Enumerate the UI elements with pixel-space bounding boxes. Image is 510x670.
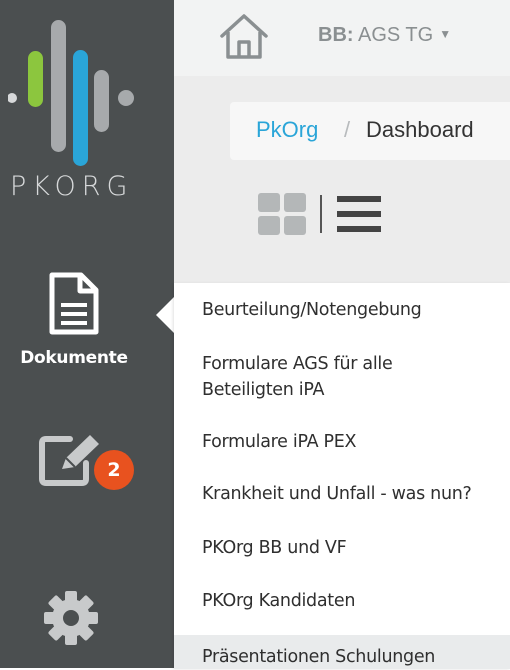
sidebar-item-documents[interactable]: Dokumente xyxy=(8,272,140,382)
top-header: BB: AGS TG ▼ xyxy=(174,0,510,76)
sidebar: PKORG Dokumente 2 xyxy=(0,0,174,668)
menu-item-label: Präsentationen Schulungen xyxy=(202,647,436,667)
logo-text: PKORG xyxy=(10,171,134,202)
grid-view-icon[interactable] xyxy=(258,193,306,235)
menu-item-label-line-1: Formulare AGS für alle xyxy=(202,354,393,374)
breadcrumb-separator: / xyxy=(344,117,351,142)
menu-item-label: PKOrg BB und VF xyxy=(202,538,347,558)
menu-item[interactable]: Krankheit und Unfall - was nun? xyxy=(174,481,510,515)
sidebar-item-settings[interactable] xyxy=(8,588,140,648)
menu-item-label: Formulare iPA PEX xyxy=(202,432,357,452)
sidebar-item-label: Dokumente xyxy=(20,348,128,368)
menu-item-label: Beurteilung/Notengebung xyxy=(202,300,422,320)
documents-dropdown-menu: Beurteilung/Notengebung Formulare AGS fü… xyxy=(174,283,510,669)
gear-icon xyxy=(44,591,98,645)
list-view-icon[interactable] xyxy=(337,196,381,232)
menu-item[interactable]: PKOrg BB und VF xyxy=(174,535,510,569)
menu-item[interactable]: Formulare iPA PEX xyxy=(174,429,510,463)
home-icon[interactable] xyxy=(218,12,270,60)
dropdown-arrow xyxy=(156,297,174,333)
breadcrumb-root-link[interactable]: PkOrg xyxy=(256,117,318,143)
document-icon xyxy=(49,272,99,335)
org-prefix: BB: xyxy=(318,24,354,46)
pkorg-logo-mark xyxy=(8,20,134,166)
menu-item-label: Krankheit und Unfall - was nun? xyxy=(202,484,472,504)
menu-item-label-line-2: Beteiligten iPA xyxy=(202,380,325,400)
breadcrumb: PkOrg / Dashboard xyxy=(230,102,510,160)
notification-badge: 2 xyxy=(94,450,134,490)
toggle-divider xyxy=(320,195,322,233)
org-name: AGS TG xyxy=(358,24,434,46)
org-selector[interactable]: BB: AGS TG ▼ xyxy=(318,24,451,47)
menu-item[interactable]: PKOrg Kandidaten xyxy=(174,588,510,622)
menu-item[interactable]: Formulare AGS für alle Beteiligten iPA xyxy=(174,351,510,407)
sidebar-item-edits[interactable]: 2 xyxy=(8,433,140,493)
menu-item-hovered[interactable]: Präsentationen Schulungen xyxy=(174,635,510,669)
menu-item-label: PKOrg Kandidaten xyxy=(202,591,356,611)
menu-item[interactable]: Beurteilung/Notengebung xyxy=(174,297,510,331)
caret-down-icon: ▼ xyxy=(439,27,452,41)
breadcrumb-current: Dashboard xyxy=(366,117,474,142)
